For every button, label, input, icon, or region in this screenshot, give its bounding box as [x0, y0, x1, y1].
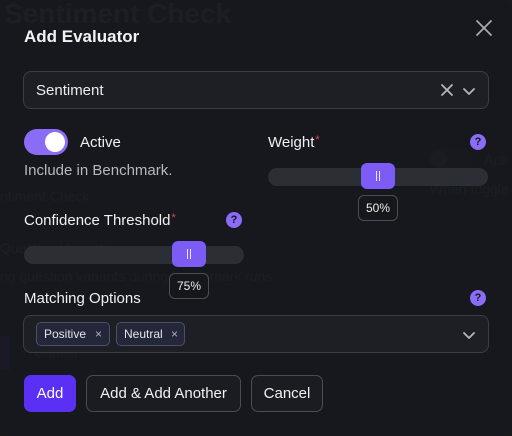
add-button[interactable]: Add: [24, 375, 76, 412]
chevron-down-icon[interactable]: [462, 84, 476, 98]
dialog-title: Add Evaluator: [24, 27, 140, 46]
matching-options-label: Matching Options: [24, 290, 141, 307]
confidence-threshold-label: Confidence Threshold*: [24, 212, 176, 229]
active-toggle[interactable]: [24, 129, 68, 155]
weight-slider-thumb[interactable]: [361, 163, 395, 189]
confidence-threshold-label-text: Confidence Threshold: [24, 212, 171, 229]
clear-icon[interactable]: [440, 83, 454, 97]
required-marker: *: [315, 134, 320, 146]
confidence-threshold-slider-track[interactable]: [24, 246, 244, 264]
add-and-add-another-button[interactable]: Add & Add Another: [86, 375, 241, 412]
active-toggle-description: Include in Benchmark.: [24, 162, 173, 179]
close-button[interactable]: [472, 16, 496, 40]
confidence-threshold-slider-thumb[interactable]: [172, 241, 206, 267]
active-toggle-label: Active: [80, 134, 121, 151]
option-chip-neutral: Neutral ×: [116, 322, 185, 346]
option-chip-positive: Positive ×: [36, 322, 110, 346]
chevron-down-icon[interactable]: [462, 328, 476, 342]
evaluator-select-value: Sentiment: [36, 82, 104, 99]
weight-value-tooltip: 50%: [358, 195, 398, 221]
confidence-threshold-value-tooltip: 75%: [169, 273, 209, 299]
cancel-button[interactable]: Cancel: [251, 375, 323, 412]
chip-label: Neutral: [124, 327, 163, 341]
weight-label-text: Weight: [268, 134, 315, 151]
add-evaluator-dialog: Add Evaluator Sentiment Active Include i…: [0, 0, 512, 436]
confidence-threshold-help-icon[interactable]: ?: [226, 212, 242, 228]
weight-help-icon[interactable]: ?: [470, 134, 486, 150]
matching-options-select[interactable]: Positive × Neutral ×: [23, 315, 489, 353]
chip-label: Positive: [44, 327, 87, 341]
required-marker: *: [171, 212, 176, 224]
matching-options-help-icon[interactable]: ?: [470, 290, 486, 306]
close-icon: [476, 20, 492, 36]
remove-chip-icon[interactable]: ×: [95, 323, 102, 345]
evaluator-select[interactable]: Sentiment: [23, 71, 489, 109]
remove-chip-icon[interactable]: ×: [171, 323, 178, 345]
toggle-knob: [45, 132, 65, 152]
weight-label: Weight*: [268, 134, 320, 151]
